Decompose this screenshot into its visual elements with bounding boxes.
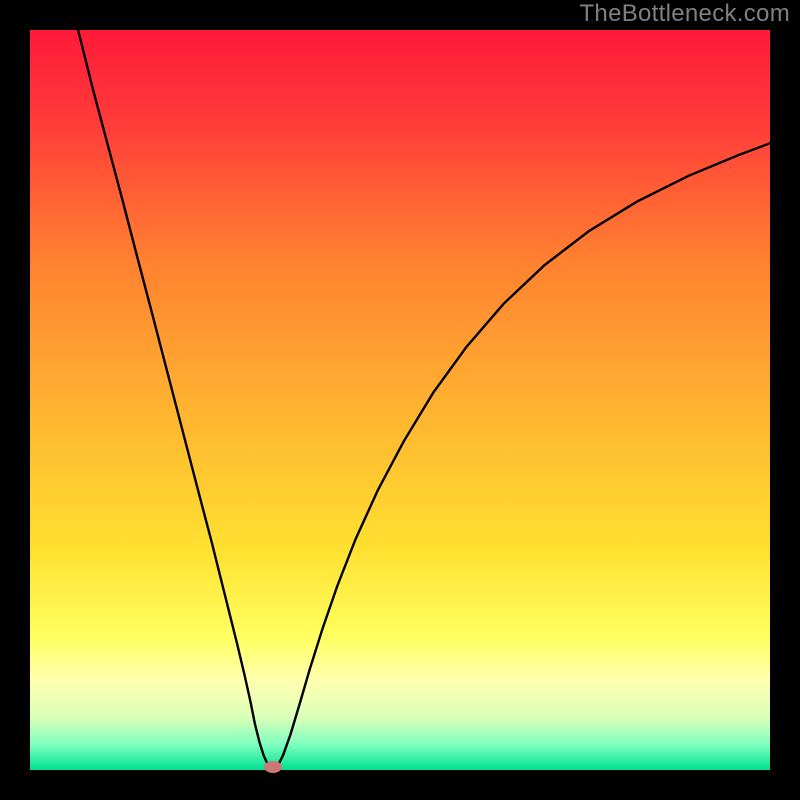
watermark-text: TheBottleneck.com (579, 0, 790, 28)
chart-plot-area (30, 30, 770, 770)
chart-background (30, 30, 770, 770)
optimal-marker (264, 761, 282, 773)
chart-svg (30, 30, 770, 770)
